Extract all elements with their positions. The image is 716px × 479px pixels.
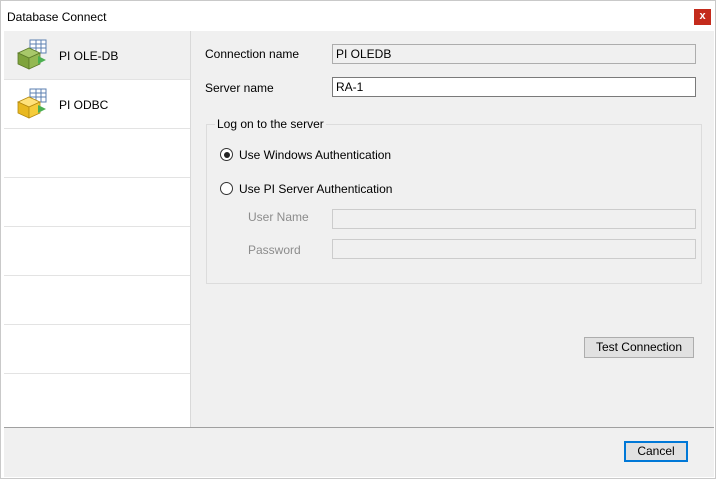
connection-name-label: Connection name bbox=[205, 47, 300, 61]
dialog-footer: Cancel bbox=[4, 427, 714, 477]
sidebar-item-label: PI ODBC bbox=[59, 98, 109, 112]
close-button[interactable]: x bbox=[694, 9, 711, 25]
sidebar-item-empty bbox=[4, 129, 190, 178]
sidebar-item-empty bbox=[4, 178, 190, 227]
server-name-label: Server name bbox=[205, 81, 274, 95]
logon-groupbox: Log on to the server Use Windows Authent… bbox=[206, 117, 702, 284]
radio-selected-dot bbox=[223, 151, 230, 158]
database-yellow-icon bbox=[17, 88, 47, 119]
cancel-button[interactable]: Cancel bbox=[624, 441, 688, 462]
password-field[interactable] bbox=[332, 239, 696, 259]
pi-server-auth-radio[interactable] bbox=[220, 182, 233, 195]
user-name-field[interactable] bbox=[332, 209, 696, 229]
password-label: Password bbox=[248, 243, 301, 257]
logon-group-title: Log on to the server bbox=[215, 117, 326, 131]
sidebar-item-empty bbox=[4, 325, 190, 374]
sidebar-item-label: PI OLE-DB bbox=[59, 49, 119, 63]
windows-auth-radio[interactable] bbox=[220, 148, 233, 161]
connection-type-list: PI OLE-DB PI ODBC bbox=[4, 31, 191, 427]
database-connect-dialog: Database Connect x PI OLE-DB PI ODBC Con… bbox=[0, 0, 716, 479]
sidebar-item-empty bbox=[4, 227, 190, 276]
connection-settings-panel: Connection name Server name Log on to th… bbox=[192, 31, 714, 427]
test-connection-button[interactable]: Test Connection bbox=[584, 337, 694, 358]
pi-server-auth-label[interactable]: Use PI Server Authentication bbox=[239, 182, 392, 196]
title-bar: Database Connect x bbox=[1, 1, 715, 31]
window-title: Database Connect bbox=[7, 10, 107, 24]
windows-auth-label[interactable]: Use Windows Authentication bbox=[239, 148, 391, 162]
connection-name-field[interactable] bbox=[332, 44, 696, 64]
server-name-field[interactable] bbox=[332, 77, 696, 97]
database-green-icon bbox=[17, 39, 47, 70]
sidebar-item-pi-odbc[interactable]: PI ODBC bbox=[4, 80, 190, 129]
dialog-body: PI OLE-DB PI ODBC Connection name PI OLE… bbox=[4, 31, 714, 427]
sidebar-item-empty bbox=[4, 276, 190, 325]
sidebar-item-pi-ole-db[interactable]: PI OLE-DB bbox=[4, 31, 190, 80]
user-name-label: User Name bbox=[248, 210, 309, 224]
